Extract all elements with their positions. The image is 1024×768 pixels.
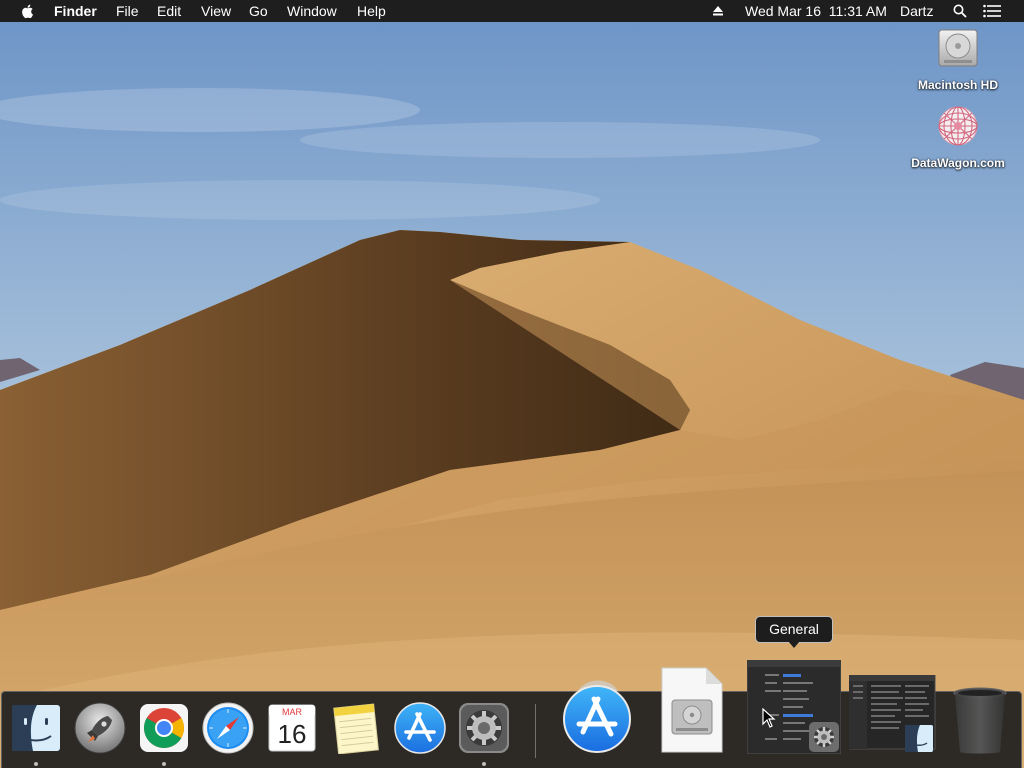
dock-item-disk-image[interactable]	[660, 666, 724, 754]
calendar-day: 16	[278, 719, 307, 749]
running-indicator	[482, 762, 486, 766]
desktop-icon-label: DataWagon.com	[911, 156, 1005, 170]
desktop-icon-label: Macintosh HD	[917, 78, 998, 92]
app-store-large-icon	[563, 680, 631, 753]
desktop-wallpaper	[0, 0, 1024, 768]
window-thumbnail-system-preferences	[747, 660, 841, 754]
dock-item-finder[interactable]	[11, 704, 61, 752]
system-preferences-icon	[459, 703, 509, 753]
dock-tooltip: General	[755, 616, 833, 643]
tooltip-arrow	[788, 641, 800, 648]
menu-go[interactable]: Go	[249, 0, 268, 22]
running-indicator	[162, 762, 166, 766]
dock-item-launchpad[interactable]	[74, 702, 126, 754]
app-name-menu[interactable]: Finder	[54, 0, 97, 22]
spotlight-icon[interactable]	[953, 0, 967, 22]
desktop-icon-datawagon[interactable]: DataWagon.com	[898, 104, 1018, 170]
dock-item-notes[interactable]	[330, 702, 382, 754]
network-globe-icon	[938, 106, 978, 146]
hard-drive-icon	[938, 29, 978, 67]
menu-file[interactable]: File	[116, 0, 139, 22]
apple-icon[interactable]	[20, 0, 36, 22]
disk-image-file-icon	[661, 667, 723, 753]
dock-item-calendar[interactable]: MAR 16	[267, 703, 317, 753]
eject-icon[interactable]	[712, 0, 724, 22]
window-thumbnail-finder	[849, 675, 936, 752]
clock[interactable]: Wed Mar 16 11:31 AM	[745, 0, 887, 22]
menu-window[interactable]: Window	[287, 0, 337, 22]
desktop-icon-macintosh-hd[interactable]: Macintosh HD	[898, 26, 1018, 92]
dock-item-chrome[interactable]	[139, 704, 189, 752]
trash-icon	[953, 687, 1007, 754]
menu-bar: Finder File Edit View Go Window Help Wed…	[0, 0, 1024, 22]
finder-icon	[12, 705, 60, 751]
dock-separator	[535, 704, 536, 758]
calendar-icon: MAR 16	[268, 704, 316, 752]
notes-icon	[333, 703, 379, 754]
user-menu[interactable]: Dartz	[900, 0, 933, 22]
calendar-month: MAR	[282, 707, 303, 717]
safari-icon	[202, 702, 254, 754]
dock-item-system-preferences[interactable]	[458, 703, 510, 753]
launchpad-icon	[74, 702, 126, 754]
dock-item-finder-window[interactable]	[849, 675, 937, 755]
dock-item-safari[interactable]	[202, 702, 254, 754]
app-store-icon	[394, 702, 446, 754]
menu-view[interactable]: View	[201, 0, 231, 22]
menu-help[interactable]: Help	[357, 0, 386, 22]
dock-item-trash[interactable]	[951, 686, 1009, 756]
dock-item-app-store-download[interactable]	[562, 677, 632, 753]
mouse-cursor	[762, 708, 776, 728]
dock-item-app-store[interactable]	[394, 702, 446, 754]
menu-edit[interactable]: Edit	[157, 0, 181, 22]
notification-list-icon[interactable]	[983, 0, 1001, 22]
running-indicator	[34, 762, 38, 766]
dock-item-general-window[interactable]	[747, 660, 841, 754]
chrome-icon	[140, 704, 188, 752]
